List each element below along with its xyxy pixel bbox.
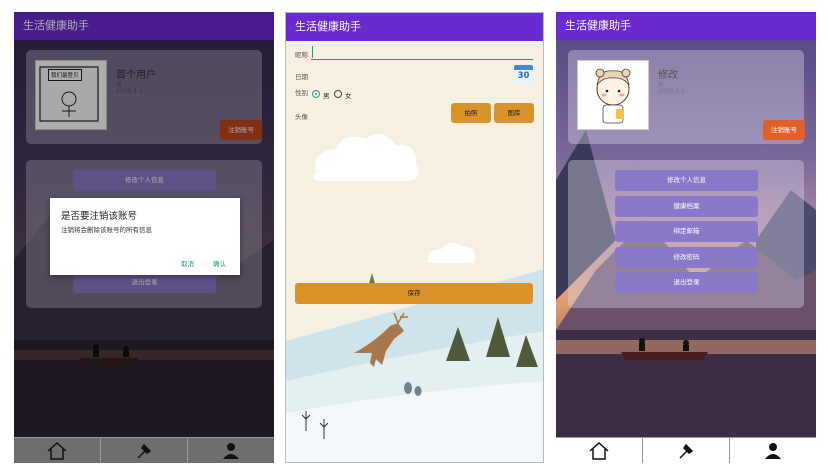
camera-button[interactable]: 拍照 [451,103,491,123]
gender-label: 性别 [295,89,308,97]
user-birth: 2000-1-1 [658,88,686,95]
cartoon-avatar-image [595,68,631,124]
nav-home[interactable] [14,438,101,463]
health-record-button[interactable]: 健康档案 [615,196,758,217]
screen-edit-profile: 生活健康助手 昵称 日期 30 性别 男 女 头像 拍照 图库 保存 [285,12,544,463]
hammer-icon [137,443,152,459]
user-icon [223,442,239,459]
app-bar: 生活健康助手 [286,13,543,41]
app-bar: 生活健康助手 [556,12,816,40]
hammer-icon [679,443,694,459]
app-title: 生活健康助手 [295,20,361,33]
app-title: 生活健康助手 [565,19,631,32]
save-button[interactable]: 保存 [295,283,533,304]
bind-email-button[interactable]: 绑定邮箱 [615,221,758,242]
avatar[interactable] [577,60,649,130]
user-nickname: 修改 [658,70,678,81]
background-scene: 修改 男 2000-1-1 注销账号 修改个人信息 健康档案 绑定邮箱 修改密码… [556,40,816,438]
nav-profile[interactable] [730,438,816,463]
user-icon [765,442,781,459]
date-label: 日期 [295,73,308,81]
dialog-confirm-button[interactable]: 确认 [213,258,226,268]
nav-tools[interactable] [643,438,730,463]
bottom-nav [556,437,816,463]
bottom-nav [14,437,274,463]
dialog-message: 注销将会删除该账号的所有信息 [61,226,152,234]
dialog-title: 是否要注销该账号 [61,211,138,222]
nickname-label: 昵称 [295,51,308,59]
nav-home[interactable] [556,438,643,463]
dialog-cancel-button[interactable]: 取消 [181,258,194,268]
gender-male-radio[interactable] [312,90,320,98]
edit-profile-button[interactable]: 修改个人信息 [615,170,758,191]
calendar-icon[interactable]: 30 [514,65,533,84]
cancel-account-button[interactable]: 注销账号 [763,120,805,140]
home-icon [47,441,67,460]
logout-button[interactable]: 退出登录 [615,272,758,293]
confirm-dialog: 是否要注销该账号 注销将会删除该账号的所有信息 取消 确认 [50,198,240,275]
screen-profile-dialog: 生活健康助手 我们最登贝 首个用户 男 2000-1-1 注销账号 修改个人信息… [14,12,274,463]
calendar-day: 30 [517,71,530,81]
nickname-input[interactable] [311,45,533,60]
nav-profile[interactable] [188,438,274,463]
gender-female-text: 女 [345,92,352,100]
gallery-button[interactable]: 图库 [494,103,534,123]
radio-dot [314,92,317,95]
avatar-label: 头像 [295,113,308,121]
text-cursor [312,46,313,58]
home-icon [589,441,609,460]
change-password-button[interactable]: 修改密码 [615,247,758,268]
screen-profile: 生活健康助手 修改 男 2000-1-1 注销账号 修改个人信息 健康档案 绑定… [556,12,816,463]
nav-tools[interactable] [101,438,188,463]
gender-female-radio[interactable] [334,90,342,98]
gender-male-text: 男 [323,92,330,100]
